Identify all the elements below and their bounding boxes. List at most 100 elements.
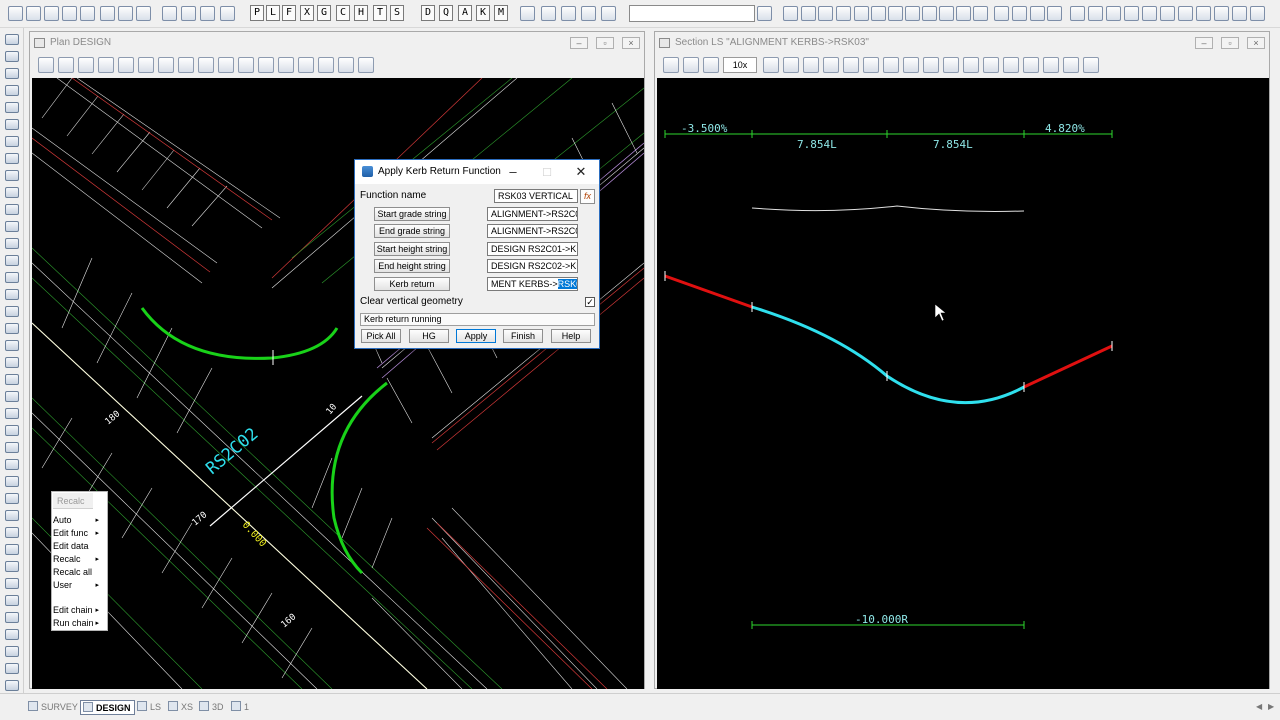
clear-vertical-geometry-checkbox[interactable]: ✓ bbox=[585, 297, 595, 307]
open-folder-icon[interactable] bbox=[26, 6, 41, 21]
function-fx-button[interactable]: fx bbox=[580, 189, 595, 204]
drawing-tool-icon[interactable] bbox=[5, 204, 19, 215]
zoom-extent-icon[interactable] bbox=[118, 57, 134, 73]
minimize-icon[interactable]: – bbox=[570, 37, 588, 49]
search-icon[interactable] bbox=[757, 6, 772, 21]
zoom-in-icon[interactable] bbox=[683, 57, 699, 73]
line-tool-icon[interactable] bbox=[994, 6, 1009, 21]
snap-arc-icon[interactable] bbox=[581, 6, 596, 21]
tab-design[interactable]: DESIGN bbox=[80, 700, 135, 715]
string-icon[interactable] bbox=[818, 6, 833, 21]
zoom-in-icon[interactable] bbox=[58, 57, 74, 73]
filter-icon[interactable] bbox=[922, 6, 937, 21]
drawing-tool-icon[interactable] bbox=[5, 578, 19, 589]
drawing-tool-icon[interactable] bbox=[5, 34, 19, 45]
hg-button[interactable]: HG bbox=[409, 329, 449, 343]
minimize-icon[interactable]: – bbox=[1195, 37, 1213, 49]
snap-icon[interactable] bbox=[520, 6, 535, 21]
toolbar-letter-a[interactable]: A bbox=[458, 5, 472, 21]
drawing-tool-icon[interactable] bbox=[5, 187, 19, 198]
drawing-tool-icon[interactable] bbox=[5, 289, 19, 300]
drawing-tool-icon[interactable] bbox=[5, 238, 19, 249]
command-input[interactable] bbox=[629, 5, 755, 22]
drawing-tool-icon[interactable] bbox=[5, 374, 19, 385]
spline-tool-icon[interactable] bbox=[1047, 6, 1062, 21]
toolbar-letter-g[interactable]: G bbox=[317, 5, 331, 21]
pencil-icon[interactable] bbox=[801, 6, 816, 21]
folder-search-icon[interactable] bbox=[181, 6, 196, 21]
transfer-icon[interactable] bbox=[905, 6, 920, 21]
drawing-tool-icon[interactable] bbox=[5, 612, 19, 623]
menu-item-edit-chain[interactable]: Edit chain ▸ bbox=[53, 604, 107, 617]
edit-icon[interactable] bbox=[783, 6, 798, 21]
report-icon[interactable] bbox=[956, 6, 971, 21]
extend-tool-icon[interactable] bbox=[1142, 6, 1157, 21]
toolbar-letter-l[interactable]: L bbox=[266, 5, 280, 21]
toolbar-letter-c[interactable]: C bbox=[336, 5, 350, 21]
drawing-tool-icon[interactable] bbox=[5, 544, 19, 555]
drawing-tool-icon[interactable] bbox=[5, 170, 19, 181]
grid-icon[interactable] bbox=[871, 6, 886, 21]
join-tool-icon[interactable] bbox=[1160, 6, 1175, 21]
view-grid-icon[interactable] bbox=[298, 57, 314, 73]
end-grade-string-field[interactable]: ALIGNMENT->RS2C0 bbox=[487, 224, 578, 238]
tab-ls[interactable]: LS bbox=[137, 700, 161, 715]
toolbar-letter-s[interactable]: S bbox=[390, 5, 404, 21]
fillet-tool-icon[interactable] bbox=[1088, 6, 1103, 21]
drawing-tool-icon[interactable] bbox=[5, 476, 19, 487]
drawing-tool-icon[interactable] bbox=[5, 136, 19, 147]
pan-icon[interactable] bbox=[198, 57, 214, 73]
drawing-tool-icon[interactable] bbox=[5, 323, 19, 334]
menu-item-run-chain[interactable]: Run chain ▸ bbox=[53, 617, 107, 630]
menu-item-edit-data[interactable]: Edit data bbox=[53, 540, 107, 553]
toolbar-letter-k[interactable]: K bbox=[476, 5, 490, 21]
tab-survey[interactable]: SURVEY bbox=[28, 700, 78, 715]
copy-icon[interactable] bbox=[888, 6, 903, 21]
start-height-string-button[interactable]: Start height string bbox=[374, 242, 450, 256]
drawing-tool-icon[interactable] bbox=[5, 272, 19, 283]
folder-edit-icon[interactable] bbox=[220, 6, 235, 21]
pick-icon[interactable] bbox=[218, 57, 234, 73]
trim-tool-icon[interactable] bbox=[1124, 6, 1139, 21]
vertical-exaggeration-field[interactable]: 10x bbox=[723, 57, 757, 73]
scroll-right-icon[interactable]: ▶ bbox=[1268, 702, 1274, 711]
end-height-string-button[interactable]: End height string bbox=[374, 259, 450, 273]
start-height-string-field[interactable]: DESIGN RS2C01->KLL bbox=[487, 242, 578, 256]
drawing-tool-icon[interactable] bbox=[5, 459, 19, 470]
favourite-star-icon[interactable] bbox=[318, 57, 334, 73]
layer-icon[interactable] bbox=[836, 6, 851, 21]
close-icon[interactable]: × bbox=[1247, 37, 1265, 49]
undo-icon[interactable] bbox=[100, 6, 115, 21]
restore-icon[interactable]: ▫ bbox=[596, 37, 614, 49]
zoom-center-icon[interactable] bbox=[903, 57, 919, 73]
menu-item-edit-func[interactable]: Edit func ▸ bbox=[53, 527, 107, 540]
zoom-magnify-icon[interactable] bbox=[923, 57, 939, 73]
snap-circle-icon[interactable] bbox=[601, 6, 616, 21]
drawing-tool-icon[interactable] bbox=[5, 646, 19, 657]
arc-tool-icon[interactable] bbox=[1030, 6, 1045, 21]
zoom-all-icon[interactable] bbox=[883, 57, 899, 73]
drawing-tool-icon[interactable] bbox=[5, 68, 19, 79]
start-grade-string-button[interactable]: Start grade string bbox=[374, 207, 450, 221]
toolbar-letter-q[interactable]: Q bbox=[439, 5, 453, 21]
chamfer-tool-icon[interactable] bbox=[1106, 6, 1121, 21]
copy-view-icon[interactable] bbox=[278, 57, 294, 73]
menu-item-user[interactable]: User ▸ bbox=[53, 579, 107, 592]
drawing-tool-icon[interactable] bbox=[5, 425, 19, 436]
toolbar-letter-d[interactable]: D bbox=[421, 5, 435, 21]
zoom-previous-icon[interactable] bbox=[138, 57, 154, 73]
snap-line-icon[interactable] bbox=[561, 6, 576, 21]
end-height-string-field[interactable]: DESIGN RS2C02->KLL bbox=[487, 259, 578, 273]
toolbar-letter-f[interactable]: F bbox=[282, 5, 296, 21]
finish-button[interactable]: Finish bbox=[503, 329, 543, 343]
scroll-left-icon[interactable]: ◀ bbox=[1256, 702, 1262, 711]
drawing-tool-icon[interactable] bbox=[5, 102, 19, 113]
drawing-tool-icon[interactable] bbox=[5, 680, 19, 691]
table-icon[interactable] bbox=[854, 6, 869, 21]
zoom-window-icon[interactable] bbox=[98, 57, 114, 73]
toolbar-letter-p[interactable]: P bbox=[250, 5, 264, 21]
section-select-icon[interactable] bbox=[663, 57, 679, 73]
zoom-all-icon[interactable] bbox=[158, 57, 174, 73]
plan-window-titlebar[interactable]: Plan DESIGN – ▫ × bbox=[30, 32, 644, 54]
new-file-icon[interactable] bbox=[8, 6, 23, 21]
